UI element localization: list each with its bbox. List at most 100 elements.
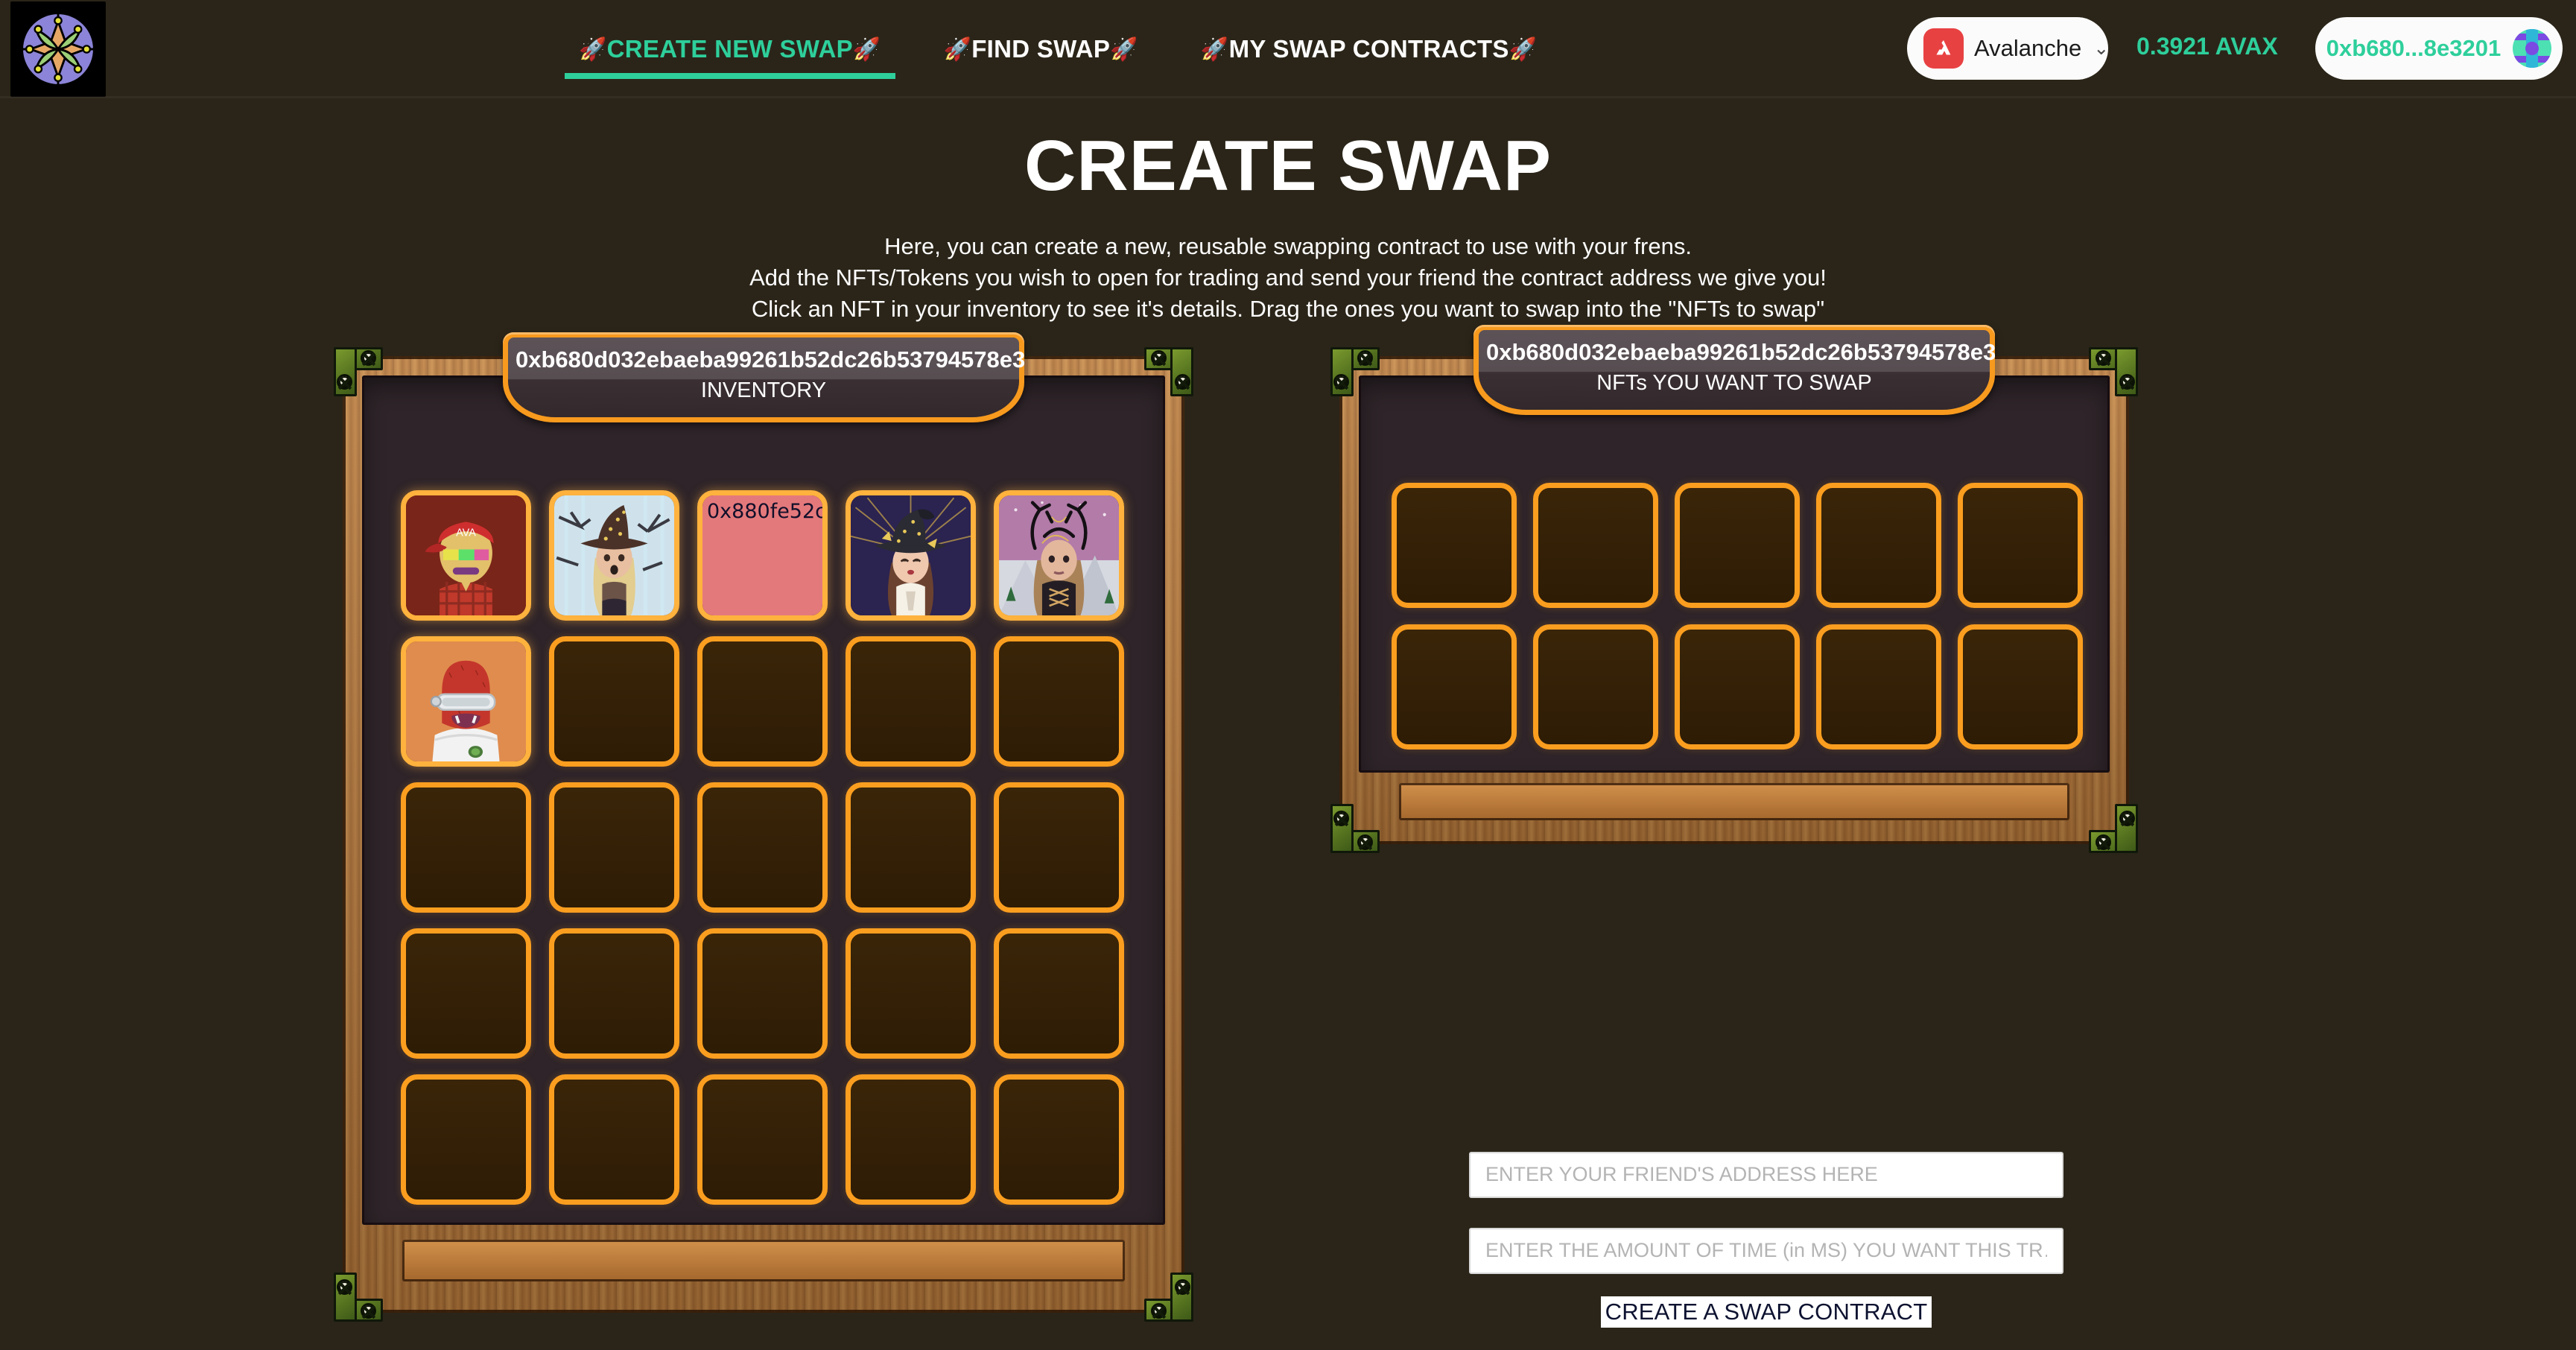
nft-slot-empty[interactable] — [994, 782, 1124, 913]
nav-label-my-swap-contracts: MY SWAP CONTRACTS — [1228, 35, 1509, 63]
mandala-flower-logo-icon — [20, 11, 96, 87]
swap-slot-grid — [1392, 482, 2083, 750]
nft-slot-empty[interactable] — [994, 1074, 1124, 1205]
page-title: CREATE SWAP — [1024, 126, 1552, 206]
nft-broken-image-alt: 0x880fe52c6 — [702, 495, 822, 615]
nft-slot-empty[interactable] — [1675, 482, 1800, 608]
nft-slot-empty[interactable] — [401, 928, 531, 1059]
nft-slot-empty[interactable] — [401, 1074, 531, 1205]
inventory-panel: 0xb680d032ebaeba99261b52dc26b53794578e32… — [334, 332, 1193, 1322]
screw-icon — [1175, 373, 1190, 390]
nft-slot-filled[interactable]: AVA — [401, 489, 531, 621]
top-header: 🚀 CREATE NEW SWAP 🚀 🚀 FIND SWAP 🚀 🚀 MY SWAP C… — [0, 0, 2576, 98]
corner-bracket-bottom-left — [1330, 803, 1380, 853]
nft-slot-empty[interactable] — [994, 928, 1124, 1059]
swap-panel: 0xb680d032ebaeba99261b52dc26b53794578e32… — [1330, 324, 2138, 853]
nft-slot-empty[interactable] — [1816, 482, 1941, 608]
app-logo[interactable] — [10, 1, 106, 97]
screw-icon — [1357, 349, 1373, 366]
screw-icon — [1151, 349, 1167, 366]
nft-slot-empty[interactable] — [697, 636, 828, 767]
chain-selector[interactable]: Avalanche ⌄ — [1907, 17, 2110, 80]
nft-slot-empty[interactable] — [846, 636, 976, 767]
create-swap-contract-button[interactable]: CREATE A SWAP CONTRACT — [1600, 1296, 1932, 1328]
corner-bracket-top-right — [1144, 346, 1193, 396]
nft-slot-filled[interactable] — [994, 489, 1124, 621]
description-line-2: Add the NFTs/Tokens you wish to open for… — [749, 264, 1827, 291]
jazzicon-avatar — [2513, 29, 2552, 68]
nft-slot-filled[interactable] — [549, 489, 679, 621]
nav-label-find-swap: FIND SWAP — [971, 35, 1111, 63]
nft-slot-empty[interactable] — [697, 928, 828, 1059]
screw-icon — [2119, 373, 2135, 390]
wallet-balance: 0.3921 AVAX — [2136, 33, 2278, 60]
nft-slot-empty[interactable] — [549, 636, 679, 767]
description-line-3: Click an NFT in your inventory to see it… — [751, 295, 1825, 322]
wallet-address-label: 0xb680...8e3201 — [2326, 35, 2502, 61]
nft-slot-empty[interactable] — [1958, 624, 2083, 750]
chain-name-label: Avalanche — [1974, 35, 2082, 61]
nft-slot-empty[interactable] — [1958, 482, 2083, 608]
avalanche-icon — [1923, 28, 1964, 69]
nft-slot-empty[interactable] — [697, 782, 828, 913]
nav-item-find-swap[interactable]: 🚀 FIND SWAP 🚀 — [913, 0, 1170, 98]
screw-icon — [1333, 810, 1349, 826]
friend-address-input[interactable] — [1469, 1151, 2063, 1198]
corner-bracket-bottom-right — [1144, 1272, 1193, 1322]
swap-bottom-plank — [1399, 782, 2069, 820]
nft-slot-empty[interactable] — [1392, 624, 1517, 750]
swap-form: CREATE A SWAP CONTRACT This will create … — [1469, 1151, 2221, 1350]
create-contract-wrap: CREATE A SWAP CONTRACT — [1469, 1296, 2063, 1328]
swap-address: 0xb680d032ebaeba99261b52dc26b53794578e32… — [1486, 338, 1995, 365]
nft-slot-empty[interactable] — [549, 928, 679, 1059]
nft-slot-empty[interactable] — [994, 636, 1124, 767]
nft-slot-empty[interactable] — [1533, 482, 1658, 608]
nft-slot-empty[interactable] — [1675, 624, 1800, 750]
nft-slot-empty[interactable] — [401, 782, 531, 913]
screw-icon — [1151, 1302, 1167, 1319]
nft-slot-empty[interactable] — [846, 782, 976, 913]
nft-slot-filled[interactable]: 0x880fe52c6 — [697, 489, 828, 621]
corner-bracket-top-right — [2089, 346, 2138, 396]
description-line-1: Here, you can create a new, reusable swa… — [884, 232, 1692, 259]
nft-slot-empty[interactable] — [846, 928, 976, 1059]
chevron-down-icon: ⌄ — [2093, 38, 2110, 59]
nft-artwork — [851, 495, 971, 615]
nft-slot-empty[interactable] — [1392, 482, 1517, 608]
nav-item-my-swap-contracts[interactable]: 🚀 MY SWAP CONTRACTS 🚀 — [1170, 0, 1568, 98]
nft-slot-empty[interactable] — [846, 1074, 976, 1205]
nft-artwork — [554, 495, 674, 615]
nft-artwork — [999, 495, 1119, 615]
nft-slot-filled[interactable] — [846, 489, 976, 621]
rocket-icon: 🚀 — [1509, 37, 1538, 62]
screw-icon — [361, 1302, 376, 1319]
nft-artwork — [406, 641, 526, 761]
main-nav: 🚀 CREATE NEW SWAP 🚀 🚀 FIND SWAP 🚀 🚀 MY SWAP C… — [548, 0, 1568, 98]
screw-icon — [1175, 1278, 1190, 1295]
screw-icon — [1333, 373, 1349, 390]
rocket-icon: 🚀 — [579, 37, 607, 62]
swap-plaque: 0xb680d032ebaeba99261b52dc26b53794578e32… — [1473, 324, 1995, 415]
page-description: Here, you can create a new, reusable swa… — [0, 231, 2576, 325]
swap-stage: 0xb680d032ebaeba99261b52dc26b53794578e32… — [0, 324, 2576, 1350]
nav-item-create-new-swap[interactable]: 🚀 CREATE NEW SWAP 🚀 — [548, 0, 913, 98]
inventory-slot-grid: AVA 0x880fe52 — [401, 489, 1127, 1205]
swap-duration-input[interactable] — [1469, 1227, 2063, 1274]
nft-slot-empty[interactable] — [697, 1074, 828, 1205]
screw-icon — [2096, 349, 2111, 366]
inventory-bottom-plank — [402, 1239, 1125, 1281]
screw-icon — [337, 1278, 352, 1295]
nft-slot-empty[interactable] — [549, 1074, 679, 1205]
screw-icon — [361, 349, 376, 366]
screw-icon — [1357, 834, 1373, 850]
corner-bracket-top-left — [1330, 346, 1380, 396]
nft-slot-empty[interactable] — [1533, 624, 1658, 750]
nav-label-create-new-swap: CREATE NEW SWAP — [606, 35, 853, 63]
nft-slot-empty[interactable] — [549, 782, 679, 913]
corner-bracket-top-left — [334, 346, 383, 396]
nft-slot-empty[interactable] — [1816, 624, 1941, 750]
nft-slot-filled[interactable] — [401, 636, 531, 767]
svg-text:AVA: AVA — [456, 527, 476, 539]
wallet-address-button[interactable]: 0xb680...8e3201 — [2315, 17, 2563, 80]
nft-artwork: AVA — [406, 495, 526, 615]
